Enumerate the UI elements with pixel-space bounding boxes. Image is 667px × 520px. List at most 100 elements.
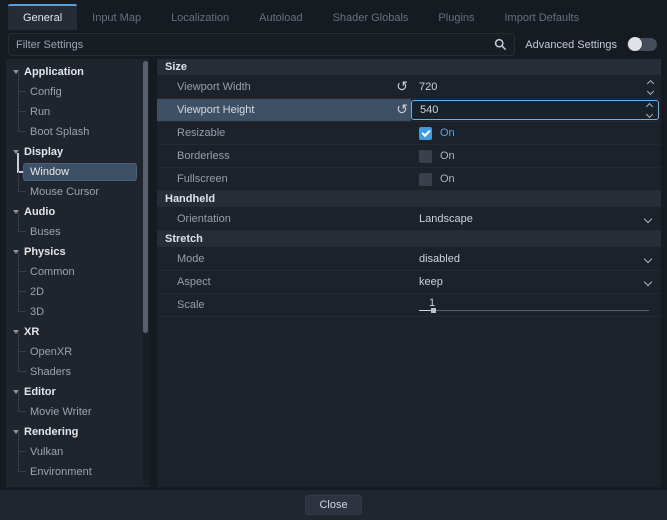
settings-panel: SizeViewport Width↺ 720 Viewport Height ↺54…	[157, 59, 661, 487]
sidebar-section-audio[interactable]: Audio	[6, 202, 149, 222]
sidebar-item-window[interactable]: Window	[6, 162, 149, 182]
item-label: Boot Splash	[24, 124, 95, 140]
sidebar-section-physics[interactable]: Physics	[6, 242, 149, 262]
spin-down-icon[interactable]	[646, 110, 653, 117]
item-label: Run	[24, 104, 56, 120]
row-mode: Mode disabled	[157, 248, 661, 271]
setting-label: Viewport Height	[177, 104, 254, 116]
setting-label: Scale	[177, 299, 205, 311]
filter-settings-box[interactable]	[8, 33, 515, 56]
sidebar-item-3d[interactable]: 3D	[6, 302, 149, 322]
setting-value-cell: On	[411, 122, 661, 144]
viewport-height-input[interactable]: 540	[411, 100, 659, 120]
mode-dropdown-value[interactable]: disabled	[419, 253, 460, 265]
tree-content: Application Config Run Boot Splash Display Wi…	[6, 62, 149, 482]
tab-label: Shader Globals	[333, 12, 409, 24]
sidebar-scrollbar[interactable]	[143, 61, 148, 485]
row-aspect: Aspect keep	[157, 271, 661, 294]
sidebar-section-rendering[interactable]: Rendering	[6, 422, 149, 442]
setting-label-cell: Aspect	[157, 271, 411, 293]
sidebar-item-openxr[interactable]: OpenXR	[6, 342, 149, 362]
item-label: Buses	[24, 224, 67, 240]
row-borderless: BorderlessOn	[157, 145, 661, 168]
tab-plugins[interactable]: Plugins	[423, 4, 489, 30]
section-header-size: Size	[157, 59, 661, 76]
section-label: Application	[24, 66, 84, 78]
setting-label-cell: Orientation	[157, 208, 411, 230]
section-label: Display	[24, 146, 63, 158]
sidebar-item-environment[interactable]: Environment	[6, 462, 149, 482]
sidebar-item-vulkan[interactable]: Vulkan	[6, 442, 149, 462]
tab-import-defaults[interactable]: Import Defaults	[490, 4, 595, 30]
spinner-stepper[interactable]	[648, 81, 653, 94]
row-scale: Scale 1	[157, 294, 661, 317]
orientation-dropdown[interactable]: Landscape	[411, 208, 661, 230]
tab-label: Autoload	[259, 12, 302, 24]
bottom-bar: Close	[0, 490, 667, 520]
setting-value-cell: On	[411, 145, 661, 167]
setting-label-cell: Resizable	[157, 122, 411, 144]
item-label: Movie Writer	[24, 404, 98, 420]
setting-label: Aspect	[177, 276, 211, 288]
item-label: 2D	[24, 284, 50, 300]
chevron-down-icon[interactable]	[644, 255, 652, 263]
spin-up-icon[interactable]	[647, 79, 654, 86]
resizable-checkbox[interactable]	[419, 127, 432, 140]
tab-input-map[interactable]: Input Map	[77, 4, 156, 30]
revert-icon[interactable]: ↺	[396, 99, 408, 121]
close-button[interactable]: Close	[305, 495, 361, 515]
borderless-checkbox[interactable]	[419, 150, 432, 163]
sidebar-item-boot-splash[interactable]: Boot Splash	[6, 122, 149, 142]
spin-up-icon[interactable]	[646, 102, 653, 109]
chevron-down-icon[interactable]	[644, 215, 652, 223]
checkbox-state-label: On	[440, 173, 455, 185]
tab-bar: GeneralInput MapLocalization Autoload Shad…	[8, 4, 659, 30]
setting-label-cell: Fullscreen	[157, 168, 411, 190]
orientation-dropdown-value[interactable]: Landscape	[419, 213, 473, 225]
item-label: Common	[24, 264, 81, 280]
sidebar-item-shaders[interactable]: Shaders	[6, 362, 149, 382]
section-header-stretch: Stretch	[157, 231, 661, 248]
tab-general[interactable]: General	[8, 4, 77, 30]
spinner-stepper[interactable]	[647, 104, 652, 117]
sidebar-section-editor[interactable]: Editor	[6, 382, 149, 402]
filter-settings-input[interactable]	[16, 39, 494, 51]
sidebar-section-application[interactable]: Application	[6, 62, 149, 82]
spin-down-icon[interactable]	[647, 87, 654, 94]
tab-label: Plugins	[438, 12, 474, 24]
tab-autoload[interactable]: Autoload	[244, 4, 317, 30]
sidebar-item-movie-writer[interactable]: Movie Writer	[6, 402, 149, 422]
sidebar-section-display[interactable]: Display	[6, 142, 149, 162]
aspect-dropdown-value[interactable]: keep	[419, 276, 443, 288]
tab-shader-globals[interactable]: Shader Globals	[318, 4, 424, 30]
slider-grabber[interactable]	[431, 308, 436, 313]
aspect-dropdown[interactable]: keep	[411, 271, 661, 293]
revert-icon[interactable]: ↺	[396, 76, 408, 98]
setting-label-cell: Viewport Width↺	[157, 76, 411, 98]
chevron-down-icon[interactable]	[644, 278, 652, 286]
number-value: 720	[419, 81, 648, 93]
sidebar-item-config[interactable]: Config	[6, 82, 149, 102]
sidebar-item-mouse-cursor[interactable]: Mouse Cursor	[6, 182, 149, 202]
setting-label: Mode	[177, 253, 205, 265]
section-label: Audio	[24, 206, 55, 218]
tab-localization[interactable]: Localization	[156, 4, 244, 30]
filter-row: Advanced Settings	[8, 33, 659, 56]
setting-value-cell: 720	[411, 76, 661, 98]
sidebar-item-common[interactable]: Common	[6, 262, 149, 282]
row-fullscreen: Fullscreen On	[157, 168, 661, 191]
viewport-width-input[interactable]: 720	[411, 77, 659, 97]
sidebar-item-run[interactable]: Run	[6, 102, 149, 122]
item-label: Window	[24, 164, 136, 180]
row-orientation: Orientation Landscape	[157, 208, 661, 231]
mode-dropdown[interactable]: disabled	[411, 248, 661, 270]
sidebar-item-buses[interactable]: Buses	[6, 222, 149, 242]
scale-slider[interactable]: 1	[411, 294, 661, 316]
slider-track[interactable]	[419, 310, 649, 311]
sidebar-scrollbar-thumb[interactable]	[143, 61, 148, 333]
advanced-settings-toggle[interactable]	[627, 38, 657, 51]
advanced-settings-label: Advanced Settings	[525, 39, 617, 51]
sidebar-item-2d[interactable]: 2D	[6, 282, 149, 302]
fullscreen-checkbox[interactable]	[419, 173, 432, 186]
sidebar-section-xr[interactable]: XR	[6, 322, 149, 342]
